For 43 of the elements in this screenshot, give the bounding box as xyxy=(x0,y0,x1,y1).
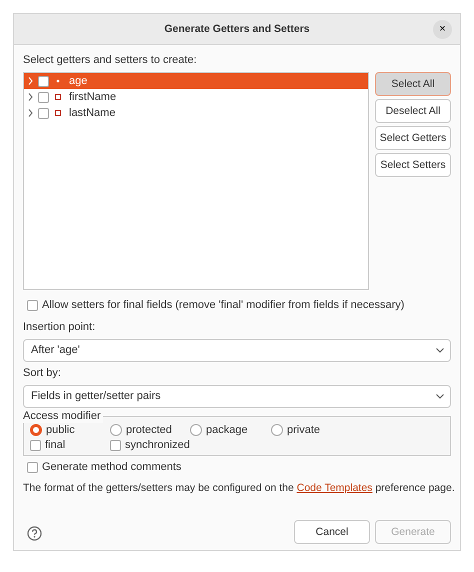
caret-icon xyxy=(436,348,444,353)
caret-icon xyxy=(436,394,444,399)
help-icon[interactable] xyxy=(27,526,42,541)
field-label: Insertion point: xyxy=(23,320,96,335)
checkbox[interactable] xyxy=(30,440,41,451)
window-title: Generate Getters and Setters xyxy=(164,22,310,36)
checkbox-label: synchronized xyxy=(125,438,190,452)
tree-item[interactable]: age xyxy=(24,73,368,89)
radio-label: private xyxy=(287,422,320,438)
info-text: The format of the getters/setters may be configured on the Code Templates preference page. xyxy=(23,481,455,496)
checkbox-label: Generate method comments xyxy=(42,460,182,474)
radio-label: protected xyxy=(126,422,172,438)
side-button[interactable]: Select All xyxy=(375,72,451,96)
side-button[interactable]: Select Setters xyxy=(375,153,451,177)
tree-item[interactable]: firstName xyxy=(24,89,368,105)
insertion-point-dropdown[interactable]: After 'age' xyxy=(23,338,451,362)
checkbox[interactable] xyxy=(38,76,49,86)
group-legend: Access modifier xyxy=(23,408,103,424)
radio-label: package xyxy=(206,422,248,438)
radio-button[interactable] xyxy=(30,424,42,436)
checkbox-label: final xyxy=(45,438,66,452)
field-icon xyxy=(55,94,61,100)
radio-button[interactable] xyxy=(190,424,202,436)
side-button[interactable]: Deselect All xyxy=(375,99,451,123)
radio-label: public xyxy=(46,422,75,438)
sort-by-dropdown[interactable]: Fields in getter/setter pairs xyxy=(23,384,451,408)
close-button[interactable]: × xyxy=(433,20,452,39)
dialog-button[interactable]: Cancel xyxy=(294,520,370,544)
checkbox[interactable] xyxy=(110,440,121,451)
checkbox[interactable] xyxy=(27,462,38,473)
side-button[interactable]: Select Getters xyxy=(375,126,451,150)
checkbox[interactable] xyxy=(38,92,49,102)
field-icon xyxy=(55,110,61,116)
checkbox[interactable] xyxy=(27,300,38,311)
tree-prompt: Select getters and setters to create: xyxy=(23,53,197,68)
tree-item[interactable]: lastName xyxy=(24,105,368,121)
checkbox[interactable] xyxy=(38,108,49,118)
radio-button[interactable] xyxy=(271,424,283,436)
radio-button[interactable] xyxy=(110,424,122,436)
field-label: Sort by: xyxy=(23,366,61,381)
checkbox-label: Allow setters for final fields (remove 'final' modifier from fields if necessary) xyxy=(42,298,404,313)
code-templates-link[interactable]: Code Templates xyxy=(296,482,372,494)
field-icon xyxy=(55,78,61,84)
